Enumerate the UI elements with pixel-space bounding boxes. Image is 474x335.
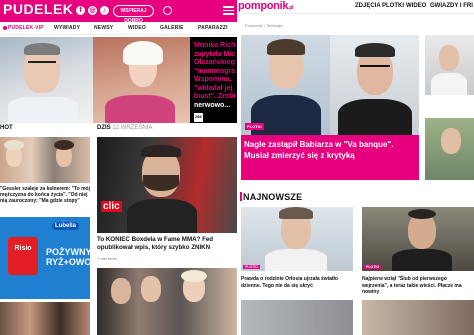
nav-item-zdjecia[interactable]: ZDJĘCIA xyxy=(355,3,381,9)
latest-card-badge-1: PLOTKI xyxy=(243,265,260,269)
risio-product: Risio xyxy=(8,237,38,275)
latest-card-badge-2: PLOTKI xyxy=(364,265,381,269)
facebook-icon[interactable]: f xyxy=(76,6,85,15)
card-photo-bottom-left[interactable] xyxy=(0,302,90,335)
latest-card-photo-4[interactable] xyxy=(362,300,474,335)
hero-headline-line: "mammogra xyxy=(194,67,236,75)
pomponik-logo-suffix: .pl xyxy=(288,5,294,11)
hero-headline-line: biust". Zrobi xyxy=(194,93,236,100)
latest-card-text-2[interactable]: Najpierw wziął "Ślub od pierwszego wejrz… xyxy=(362,276,474,296)
card-text-boxdel[interactable]: To KONIEC Boxdela w Fame MMA? Fed opubli… xyxy=(97,236,237,252)
lubella-ad[interactable]: Lubella Risio POŻYWNY RYŻ+OWOCE xyxy=(0,217,90,299)
user-icon[interactable] xyxy=(163,6,172,15)
hero-headline-line: Monika Rich xyxy=(194,42,236,49)
card-photo-boxdel-badge: clic xyxy=(101,201,122,212)
pudelek-logo[interactable]: PUDELEK xyxy=(3,1,73,17)
menu-icon[interactable] xyxy=(223,6,234,15)
card-text-gessler[interactable]: "Gessler szaleje za kelnerem: "To mój mę… xyxy=(0,186,92,204)
hero-photo-man[interactable] xyxy=(0,37,93,123)
hero-headline-line: Olszańskieg xyxy=(194,59,235,66)
hero-headline[interactable]: Nagle zastąpił Babiarza w "Va banque". M… xyxy=(241,135,419,180)
card-photo-bottom-right[interactable] xyxy=(97,268,237,335)
nav-item-wideo[interactable]: WIDEO xyxy=(406,3,426,9)
section-today-title: DZIŚ 12 WRZEŚNIA xyxy=(97,125,152,135)
lubella-logo: Lubella xyxy=(52,222,80,230)
card-time: 7 min temu xyxy=(97,256,117,261)
hero-photo[interactable]: PLOTKI xyxy=(241,35,419,135)
nav-item-newsy[interactable]: NEWSY xyxy=(94,25,113,31)
hero-headline-line: "wkładał jej xyxy=(194,84,233,92)
pudelek-nav: PUDELEK-VIP WYWIADY NEWSY WIDEO GALERIE … xyxy=(0,22,237,35)
latest-card-photo-3[interactable] xyxy=(241,300,353,335)
side-thumb-1[interactable] xyxy=(425,35,474,95)
tiktok-icon[interactable]: ♪ xyxy=(100,6,109,15)
nav-item-paparazzi[interactable]: PAPARAZZI xyxy=(198,25,228,31)
nav-item-galerie[interactable]: GALERIE xyxy=(160,25,184,31)
screen: PUDELEK f ◎ ♪ WSPIERAJ DOBRO PUDELEK-VIP… xyxy=(0,0,474,335)
side-thumb-2[interactable] xyxy=(425,118,474,180)
section-latest-title: NAJNOWSZE xyxy=(240,192,302,202)
pomponik-logo-text: pomponik xyxy=(238,0,289,12)
hero-photo-woman[interactable] xyxy=(93,37,190,123)
nav-item-plotki[interactable]: PLOTKI xyxy=(382,3,404,9)
nav-item-vip[interactable]: PUDELEK-VIP xyxy=(3,25,44,31)
pomponik-logo[interactable]: pomponik.pl xyxy=(238,0,293,12)
hero-headline-line: zapytała Mic xyxy=(194,50,236,58)
hero-headline[interactable]: Monika Rich zapytała Mic Olszańskieg "ma… xyxy=(190,37,237,123)
hero-headline-line: nerwowo... xyxy=(194,101,231,109)
pomponik-page: pomponik.pl ZDJĘCIA PLOTKI WIDEO GWIAZDY… xyxy=(237,0,474,335)
nav-item-wideo[interactable]: WIDEO xyxy=(128,25,146,31)
comment-count-badge: 256 xyxy=(194,113,203,122)
pudelek-page: PUDELEK f ◎ ♪ WSPIERAJ DOBRO PUDELEK-VIP… xyxy=(0,0,237,335)
hero-badge: PLOTKI xyxy=(245,123,264,130)
pomponik-header: pomponik.pl ZDJĘCIA PLOTKI WIDEO GWIAZDY… xyxy=(237,0,474,14)
nav-item-wywiady[interactable]: WYWIADY xyxy=(54,25,80,31)
section-hot-title: HOT xyxy=(0,125,13,131)
card-photo-boxdel[interactable]: clic xyxy=(97,137,237,233)
nav-item-gwiazdy[interactable]: GWIAZDY I FRI xyxy=(430,3,473,9)
latest-card-photo-2[interactable]: PLOTKI xyxy=(362,207,474,271)
breadcrumb[interactable]: Pomponik › Telewizja xyxy=(245,23,283,28)
today-date: 12 WRZEŚNIA xyxy=(112,125,153,131)
lubella-slogan-line: POŻYWNY xyxy=(46,247,90,257)
pudelek-header: PUDELEK f ◎ ♪ WSPIERAJ DOBRO xyxy=(0,0,237,24)
latest-card-photo-1[interactable]: PLOTKI xyxy=(241,207,353,271)
lubella-slogan: POŻYWNY RYŻ+OWOCE xyxy=(46,247,90,267)
latest-card-text-1[interactable]: Prawda o rodzinie Orłosia ujrzała światł… xyxy=(241,276,353,289)
card-photo-gessler[interactable] xyxy=(0,137,90,183)
today-label: DZIŚ xyxy=(97,125,111,131)
lubella-slogan-line: RYŻ+OWOCE xyxy=(46,257,90,267)
support-button[interactable]: WSPIERAJ DOBRO xyxy=(113,5,154,24)
hero-headline-line: Wspomina, xyxy=(194,76,232,83)
instagram-icon[interactable]: ◎ xyxy=(88,6,97,15)
